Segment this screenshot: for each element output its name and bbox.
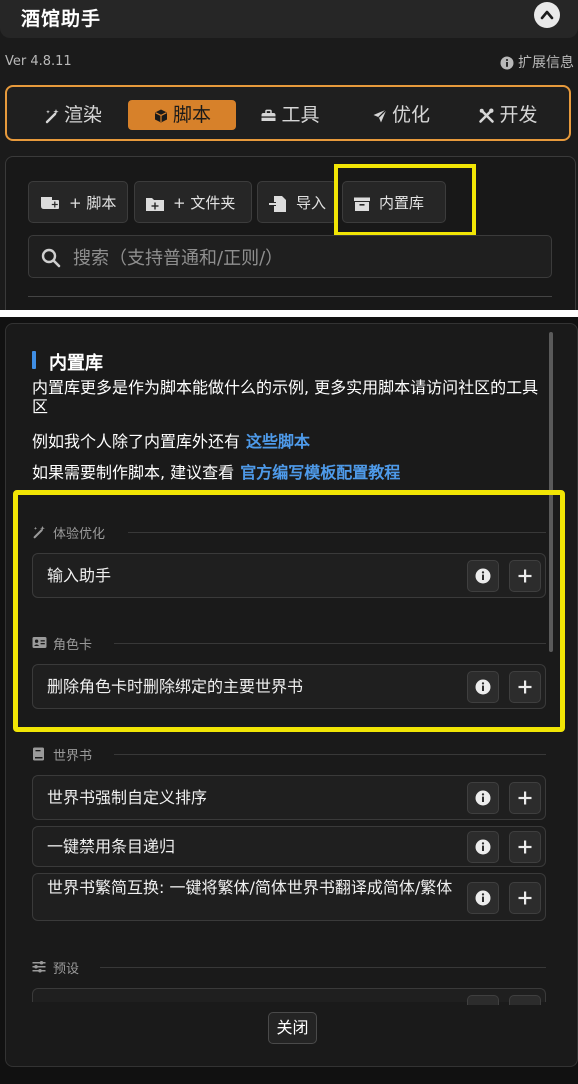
dialog-description: 内置库更多是作为脚本能做什么的示例, 更多实用脚本请访问社区的工具区 <box>32 378 539 416</box>
tab-optimize-label: 优化 <box>391 104 430 126</box>
screenshot-separator <box>0 310 578 317</box>
add-folder-label: + 文件夹 <box>173 194 236 212</box>
tab-develop[interactable]: 开发 <box>471 100 545 130</box>
title-bar[interactable]: 酒馆助手 <box>0 0 578 38</box>
info-button[interactable] <box>467 782 499 814</box>
tab-tools-label: 工具 <box>281 104 320 126</box>
search-icon <box>41 248 61 268</box>
id-card-icon <box>32 637 47 648</box>
add-button[interactable] <box>509 782 541 814</box>
import-button[interactable]: 导入 <box>257 181 337 223</box>
section-divider <box>32 967 546 968</box>
extension-info-label: 扩展信息 <box>518 55 574 71</box>
section-title: 预设 <box>53 962 80 977</box>
folder-plus-icon <box>146 197 164 211</box>
add-folder-button[interactable]: + 文件夹 <box>134 181 252 223</box>
add-script-button[interactable]: + 脚本 <box>28 181 128 223</box>
plus-icon <box>518 840 532 854</box>
section-title: 角色卡 <box>53 638 93 653</box>
add-button[interactable] <box>509 831 541 863</box>
info-button[interactable] <box>467 882 499 914</box>
magic-wand-icon <box>33 525 45 539</box>
info-circle-icon <box>500 56 514 70</box>
chevron-up-icon <box>540 10 554 20</box>
dialog-title: 内置库 <box>49 353 103 374</box>
import-label: 导入 <box>296 194 327 212</box>
app-title: 酒馆助手 <box>21 8 102 30</box>
divider <box>28 296 552 297</box>
magic-wand-icon <box>45 108 59 123</box>
info-button[interactable] <box>467 831 499 863</box>
reference-line-1: 例如我个人除了内置库外还有 这些脚本 <box>32 428 310 452</box>
tab-tools[interactable]: 工具 <box>253 100 327 130</box>
tab-render-label: 渲染 <box>63 104 102 126</box>
section-header: 预设 <box>32 957 546 977</box>
tutorial-link[interactable]: 官方编写模板配置教程 <box>240 463 400 482</box>
tools-icon <box>479 108 495 123</box>
info-button[interactable] <box>467 995 499 1005</box>
section-header: 世界书 <box>32 744 546 764</box>
reference-line-2: 如果需要制作脚本, 建议查看 官方编写模板配置教程 <box>32 459 400 483</box>
highlight-box-builtin <box>334 164 476 236</box>
tab-script[interactable]: 脚本 <box>128 100 236 130</box>
item-name: 世界书强制自定义排序 <box>47 788 208 807</box>
file-import-icon <box>269 195 286 212</box>
sliders-icon <box>32 960 46 973</box>
plus-icon <box>518 891 532 905</box>
list-item: 世界书繁简互换: 一键将繁体/简体世界书翻译成简体/繁体 <box>32 873 546 921</box>
send-icon <box>373 108 387 122</box>
list-item: 世界书强制自定义排序 <box>32 775 546 820</box>
item-name: 一键禁用条目递归 <box>47 837 176 856</box>
title-accent-bar <box>32 351 36 369</box>
cube-icon <box>154 109 167 122</box>
version-label: Ver 4.8.11 <box>5 54 72 69</box>
list-item: 一键禁用条目递归 <box>32 826 546 867</box>
info-circle-icon <box>475 839 491 855</box>
tab-develop-label: 开发 <box>499 104 538 126</box>
info-circle-icon <box>475 890 491 906</box>
extension-info-link[interactable]: 扩展信息 <box>500 52 574 72</box>
extension-panel: 酒馆助手 Ver 4.8.11 扩展信息 渲染 脚本 工具 优化 开发 + 脚本… <box>0 0 578 310</box>
book-icon <box>33 747 44 761</box>
toolbox-icon <box>261 109 276 121</box>
tab-script-label: 脚本 <box>172 104 211 126</box>
info-circle-icon <box>475 790 491 806</box>
scripts-link[interactable]: 这些脚本 <box>246 432 310 451</box>
add-button[interactable] <box>509 882 541 914</box>
collapse-button[interactable] <box>534 2 560 28</box>
tab-optimize[interactable]: 优化 <box>364 100 438 130</box>
add-button[interactable] <box>509 995 541 1005</box>
close-button[interactable]: 关闭 <box>268 1012 317 1044</box>
reference-text-1: 例如我个人除了内置库外还有 <box>32 432 241 451</box>
section-title: 体验优化 <box>53 527 106 542</box>
add-script-label: + 脚本 <box>69 194 117 212</box>
scroll-plus-icon <box>41 196 59 209</box>
tab-render[interactable]: 渲染 <box>37 100 109 130</box>
search-input[interactable] <box>71 242 535 274</box>
reference-text-2: 如果需要制作脚本, 建议查看 <box>32 463 235 482</box>
item-name: 世界书繁简互换: 一键将繁体/简体世界书翻译成简体/繁体 <box>47 878 453 897</box>
main-tab-bar: 渲染 脚本 工具 优化 开发 <box>5 85 571 141</box>
section-title: 世界书 <box>53 749 93 764</box>
script-list-panel <box>5 156 576 310</box>
plus-icon <box>518 791 532 805</box>
list-item-partial <box>32 988 546 1005</box>
search-box[interactable] <box>28 235 552 278</box>
